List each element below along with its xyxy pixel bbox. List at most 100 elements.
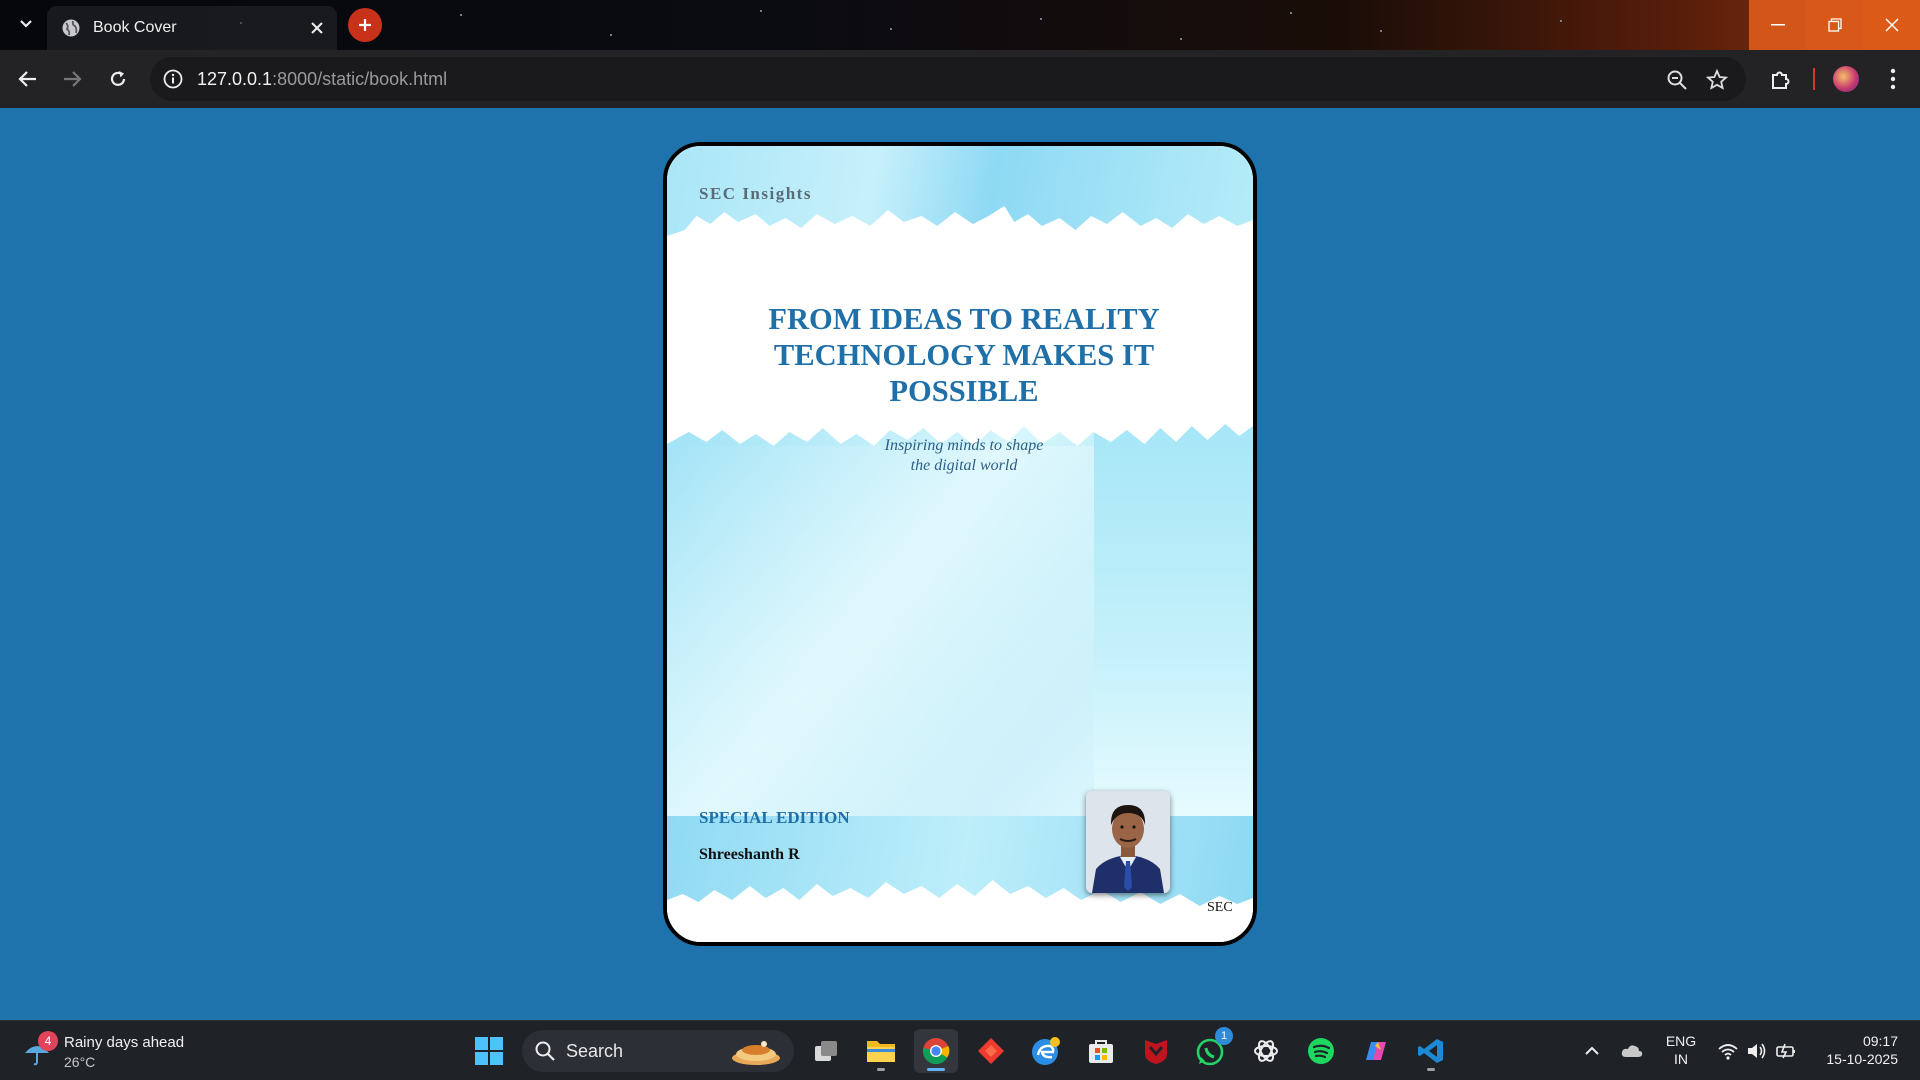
speaker-icon [1748,1043,1766,1059]
book-cover: SEC Insights FROM IDEAS TO REALITY TECHN… [663,142,1257,946]
tab-title: Book Cover [93,19,177,36]
headline-line-3: POSSIBLE [889,374,1039,408]
vscode-icon [1418,1039,1443,1063]
tab-search-menu-icon[interactable] [14,12,38,36]
bookmark-star-icon[interactable] [1705,68,1729,92]
spotify-button[interactable] [1299,1029,1343,1073]
publisher-mark: SEC [1207,900,1233,915]
running-indicator [877,1068,885,1071]
chevron-up-icon [1585,1046,1599,1055]
tab-book-cover[interactable]: Book Cover [47,6,337,50]
whatsapp-badge: 1 [1215,1027,1233,1045]
author-photo [1086,791,1170,893]
search-icon [535,1041,555,1061]
url-host: 127.0.0.1 [197,69,273,89]
shield-icon [1145,1040,1167,1064]
chatgpt-icon [1254,1040,1278,1062]
battery-charging-icon [1776,1043,1795,1059]
torn-paper-top-edge [667,206,1253,266]
close-icon [1884,18,1899,32]
arrow-left-icon [18,71,36,87]
back-button[interactable] [14,65,42,93]
show-hidden-icons-button[interactable] [1580,1039,1604,1063]
close-window-button[interactable] [1863,0,1920,50]
red-diamond-icon [978,1038,1004,1064]
arrow-right-icon [64,71,82,87]
start-button[interactable] [467,1029,511,1073]
weather-title: Rainy days ahead [64,1034,185,1051]
search-label: Search [566,1041,624,1061]
puzzle-piece-icon [1772,71,1790,89]
browser-menu-button[interactable] [1878,64,1908,94]
light-panel [667,446,1094,816]
site-info-icon[interactable] [162,68,184,90]
microsoft-store-button[interactable] [1079,1029,1123,1073]
headline-line-1: FROM IDEAS TO REALITY [768,302,1160,336]
mcafee-button[interactable] [1134,1029,1178,1073]
spotify-icon [1308,1038,1334,1064]
whatsapp-button[interactable]: 1 [1189,1027,1233,1073]
profile-avatar [1833,66,1859,92]
chrome-taskbar-button[interactable] [914,1029,958,1073]
active-indicator [927,1068,945,1071]
address-bar[interactable]: 127.0.0.1:8000/static/book.html [150,57,1746,101]
more-vertical-icon [1890,68,1896,90]
chrome-icon [922,1038,950,1065]
edge-icon [1032,1037,1060,1065]
running-indicator [1427,1068,1435,1071]
restore-window-button[interactable] [1806,0,1863,50]
url-path: :8000/static/book.html [272,69,448,89]
minimize-window-button[interactable] [1749,0,1806,50]
anydesk-button[interactable] [969,1029,1013,1073]
task-view-icon [815,1041,837,1061]
taskbar-search[interactable]: Search [522,1030,794,1072]
cover-headline: FROM IDEAS TO REALITY TECHNOLOGY MAKES I… [727,301,1201,409]
system-clock[interactable]: 09:17 15-10-2025 [1812,1032,1898,1068]
search-highlight-pie-icon [732,1041,780,1065]
copilot-icon [1366,1042,1386,1060]
cloud-icon [1621,1045,1643,1057]
author-name: Shreeshanth R [699,846,800,863]
minimize-icon [1770,24,1785,26]
copilot-button[interactable] [1354,1029,1398,1073]
restore-icon [1827,18,1842,32]
globe-icon [62,19,80,37]
onedrive-button[interactable] [1620,1039,1644,1063]
wifi-icon [1718,1044,1738,1060]
edition-label: SPECIAL EDITION [699,808,850,827]
headline-line-2: TECHNOLOGY MAKES IT [773,338,1155,372]
vscode-button[interactable] [1409,1029,1453,1073]
windows-logo-icon [475,1037,503,1065]
weather-widget[interactable]: 4 Rainy days ahead 26°C [22,1031,202,1073]
lang-code: ENG [1665,1033,1697,1049]
clock-date: 15-10-2025 [1826,1051,1898,1067]
task-view-button[interactable] [804,1029,848,1073]
input-language-indicator[interactable]: ENG IN [1664,1032,1698,1068]
close-tab-icon[interactable] [307,18,327,38]
chatgpt-button[interactable] [1244,1029,1288,1073]
plus-icon [359,19,371,31]
lang-region: IN [1674,1051,1688,1067]
profile-button[interactable] [1831,64,1861,94]
tagline-line-1: Inspiring minds to shape [884,437,1044,454]
weather-badge: 4 [38,1031,58,1051]
new-tab-button[interactable] [348,8,382,42]
reload-icon [110,71,126,86]
forward-button[interactable] [58,65,86,93]
zoom-icon[interactable] [1665,68,1689,92]
reload-button[interactable] [104,65,132,93]
right-sky-strip [1094,416,1253,816]
extensions-button[interactable] [1766,64,1796,94]
volume-status[interactable] [1745,1039,1769,1063]
toolbar-divider [1813,68,1815,90]
folder-icon [867,1041,895,1062]
edge-beta-button[interactable] [1024,1029,1068,1073]
brand-name: SEC Insights [699,184,812,203]
url-text[interactable]: 127.0.0.1:8000/static/book.html [197,69,447,90]
battery-status[interactable] [1774,1039,1798,1063]
store-bag-icon [1089,1040,1113,1063]
wifi-status[interactable] [1716,1039,1740,1063]
weather-temperature: 26°C [64,1054,96,1070]
file-explorer-button[interactable] [859,1029,903,1073]
tagline-line-2: the digital world [910,457,1018,474]
